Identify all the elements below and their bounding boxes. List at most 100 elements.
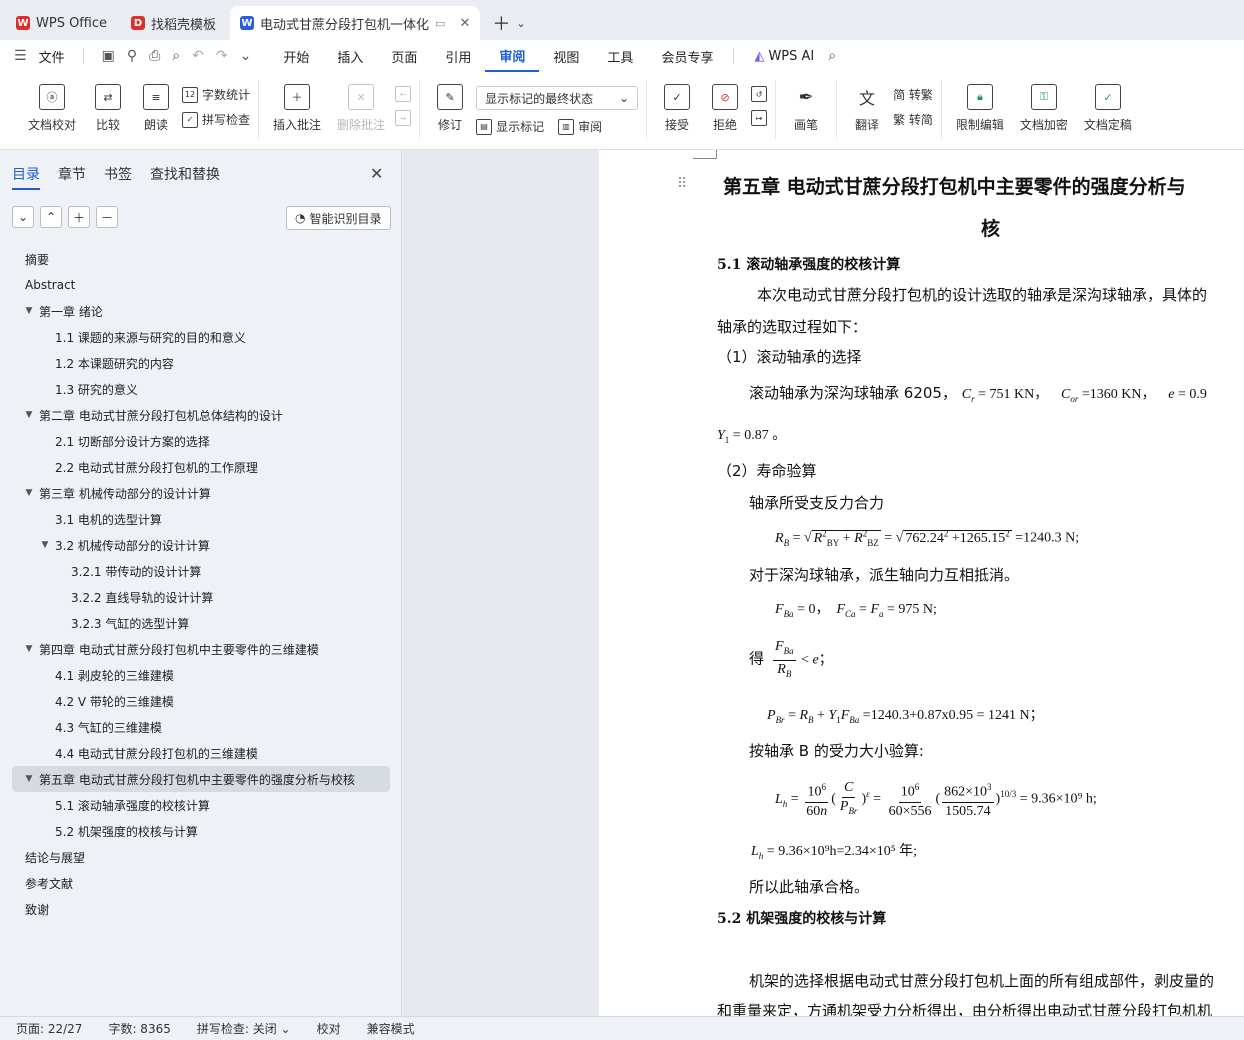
translate-button[interactable]: 文翻译: [845, 80, 889, 137]
insert-comment-button[interactable]: ＋ 插入批注: [267, 80, 327, 137]
read-aloud-button[interactable]: ≡ 朗读: [134, 80, 178, 137]
tab-docer-templates[interactable]: D 找稻壳模板: [121, 6, 226, 40]
undo-icon[interactable]: ↶: [192, 48, 204, 64]
word-count-status[interactable]: 字数: 8365: [108, 1020, 170, 1037]
toc-item[interactable]: 3.2.1 带传动的设计计算: [12, 558, 390, 584]
print-preview-icon[interactable]: ⌕: [172, 48, 180, 64]
toc-item[interactable]: 4.1 剥皮轮的三维建模: [12, 662, 390, 688]
toc-item[interactable]: 致谢: [12, 896, 390, 922]
doc-check-button[interactable]: ⓐ 文档校对: [22, 80, 82, 137]
pen-button[interactable]: ✒ 画笔: [784, 80, 828, 137]
toc-item[interactable]: 摘要: [12, 246, 390, 272]
expand-down-icon[interactable]: ⌄: [12, 206, 34, 228]
print-icon[interactable]: ⎙: [149, 48, 160, 64]
menu-tab-view[interactable]: 视图: [539, 40, 593, 72]
menu-tab-tools[interactable]: 工具: [593, 40, 647, 72]
review-pane-button[interactable]: ▥ 审阅: [558, 118, 602, 135]
expand-arrow-icon[interactable]: ▼: [22, 410, 36, 420]
spell-check-status[interactable]: 拼写检查: 关闭 ⌄: [197, 1020, 291, 1037]
tab-wps-office[interactable]: W WPS Office: [6, 6, 117, 40]
share-icon[interactable]: ⚲: [127, 48, 137, 64]
nav-tab-sections[interactable]: 章节: [58, 164, 86, 190]
restrict-edit-button[interactable]: 🔒︎ 限制编辑: [950, 80, 1010, 137]
expand-arrow-icon[interactable]: ▼: [38, 540, 52, 550]
toc-item[interactable]: ▼ 第四章 电动式甘蔗分段打包机中主要零件的三维建模: [12, 636, 390, 662]
nav-tab-bookmarks[interactable]: 书签: [104, 164, 132, 190]
close-tab-icon[interactable]: ✕: [459, 16, 470, 31]
toc-item[interactable]: 3.1 电机的选型计算: [12, 506, 390, 532]
compare-button[interactable]: ⇄ 比较: [86, 80, 130, 137]
tab-document[interactable]: W 电动式甘蔗分段打包机一体化 ▭ ✕: [230, 6, 481, 40]
menu-tab-review[interactable]: 审阅: [485, 40, 540, 72]
smart-toc-button[interactable]: ◔ 智能识别目录: [286, 206, 391, 230]
menu-tab-start[interactable]: 开始: [269, 40, 323, 72]
revise-button[interactable]: ✎ 修订: [428, 80, 472, 137]
expand-arrow-icon[interactable]: ▼: [22, 774, 36, 784]
to-simplified-button[interactable]: 繁 转简: [893, 111, 933, 128]
save-icon[interactable]: ▣: [102, 48, 115, 64]
toc-item[interactable]: 3.2.2 直线导轨的设计计算: [12, 584, 390, 610]
toc-item[interactable]: 5.1 滚动轴承强度的校核计算: [12, 792, 390, 818]
new-tab-button[interactable]: ＋ ⌄: [484, 6, 533, 40]
page-indicator[interactable]: 页面: 22/27: [16, 1020, 82, 1037]
toc-item[interactable]: 2.1 切断部分设计方案的选择: [12, 428, 390, 454]
toc-item[interactable]: ▼ 第五章 电动式甘蔗分段打包机中主要零件的强度分析与校核: [12, 766, 390, 792]
next-comment-button[interactable]: →: [395, 110, 412, 126]
next-change-button[interactable]: ↦: [751, 110, 768, 126]
toc-item[interactable]: ▼ 第二章 电动式甘蔗分段打包机总体结构的设计: [12, 402, 390, 428]
toc-item[interactable]: 4.2 V 带轮的三维建模: [12, 688, 390, 714]
toc-item[interactable]: 3.2.3 气缸的选型计算: [12, 610, 390, 636]
nav-tab-toc[interactable]: 目录: [12, 164, 40, 190]
proof-status[interactable]: 校对: [317, 1020, 341, 1037]
accept-button[interactable]: ✓ 接受: [655, 80, 699, 137]
file-menu[interactable]: 文件: [39, 47, 65, 66]
spell-check-button[interactable]: ✓ 拼写检查: [182, 111, 250, 128]
menu-tab-member[interactable]: 会员专享: [647, 40, 727, 72]
toc-item[interactable]: ▼ 第三章 机械传动部分的设计计算: [12, 480, 390, 506]
chevron-down-icon[interactable]: ⌄: [516, 17, 525, 30]
close-pane-icon[interactable]: ✕: [370, 164, 383, 183]
expand-arrow-icon[interactable]: ▼: [22, 306, 36, 316]
toc-item[interactable]: 结论与展望: [12, 844, 390, 870]
collapse-up-icon[interactable]: ⌃: [40, 206, 62, 228]
redo-icon[interactable]: ↷: [216, 48, 228, 64]
toc-item[interactable]: ▼ 3.2 机械传动部分的设计计算: [12, 532, 390, 558]
more-chevron-icon[interactable]: ⌄: [240, 48, 252, 64]
prev-change-button[interactable]: ↺: [751, 86, 768, 102]
menu-tab-insert[interactable]: 插入: [323, 40, 377, 72]
toc-item[interactable]: Abstract: [12, 272, 390, 298]
toc-item[interactable]: 1.1 课题的来源与研究的目的和意义: [12, 324, 390, 350]
to-traditional-button[interactable]: 简 转繁: [893, 86, 933, 103]
toc-item[interactable]: 4.4 电动式甘蔗分段打包机的三维建模: [12, 740, 390, 766]
menu-tab-reference[interactable]: 引用: [431, 40, 485, 72]
toc-item[interactable]: 参考文献: [12, 870, 390, 896]
expand-arrow-icon[interactable]: ▼: [22, 644, 36, 654]
toc-item[interactable]: ▼ 第一章 绪论: [12, 298, 390, 324]
delete-comment-button[interactable]: ✕ 删除批注: [331, 80, 391, 137]
word-doc-icon: W: [240, 16, 255, 30]
nav-tab-find-replace[interactable]: 查找和替换: [150, 164, 220, 190]
toc-item[interactable]: 4.3 气缸的三维建模: [12, 714, 390, 740]
toc-item[interactable]: 2.2 电动式甘蔗分段打包机的工作原理: [12, 454, 390, 480]
encrypt-button[interactable]: ⚿ 文档加密: [1014, 80, 1074, 137]
wps-ai-button[interactable]: ◭ WPS AI: [740, 40, 828, 72]
reject-button[interactable]: ⊘ 拒绝: [703, 80, 747, 137]
search-icon[interactable]: ⌕: [828, 48, 836, 64]
toc-item-label: 5.1 滚动轴承强度的校核计算: [55, 798, 210, 813]
add-heading-icon[interactable]: ＋: [68, 206, 90, 228]
word-count-button[interactable]: 12 字数统计: [182, 86, 250, 103]
toc-item[interactable]: 1.2 本课题研究的内容: [12, 350, 390, 376]
hamburger-icon[interactable]: ☰: [14, 48, 27, 64]
menu-tab-page[interactable]: 页面: [377, 40, 431, 72]
expand-arrow-icon[interactable]: ▼: [22, 488, 36, 498]
toc-item[interactable]: 1.3 研究的意义: [12, 376, 390, 402]
toc-item[interactable]: 5.2 机架强度的校核与计算: [12, 818, 390, 844]
remove-heading-icon[interactable]: －: [96, 206, 118, 228]
show-markup-button[interactable]: ▤ 显示标记: [476, 118, 544, 135]
prev-comment-button[interactable]: ←: [395, 86, 412, 102]
review-pane-icon: ▥: [558, 118, 575, 135]
document-page[interactable]: ⠿ 第五章 电动式甘蔗分段打包机中主要零件的强度分析与 核 5.1 滚动轴承强度…: [599, 150, 1244, 1016]
drag-handle-icon[interactable]: ⠿: [677, 176, 687, 192]
markup-state-select[interactable]: 显示标记的最终状态 ⌄: [476, 86, 639, 110]
finalize-button[interactable]: ✓ 文档定稿: [1078, 80, 1138, 137]
